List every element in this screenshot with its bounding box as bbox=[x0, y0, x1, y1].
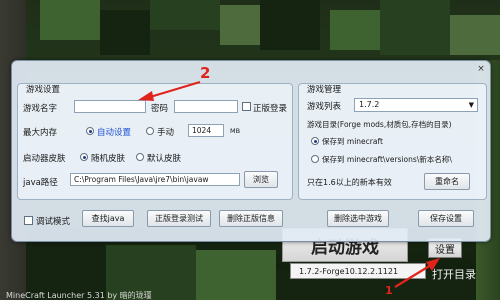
official-login-test-button[interactable]: 正版登录测试 bbox=[147, 210, 211, 227]
save-settings-button[interactable]: 保存设置 bbox=[418, 210, 474, 227]
delete-official-info-button[interactable]: 删除正版信息 bbox=[219, 210, 283, 227]
save-to-versions-label: 保存到 minecraft\versions\新本名称\ bbox=[322, 155, 452, 164]
browse-button[interactable]: 浏览 bbox=[244, 171, 278, 188]
save-to-minecraft-radio[interactable] bbox=[311, 137, 319, 145]
official-login-checkbox[interactable] bbox=[242, 102, 251, 111]
game-name-label: 游戏名字 bbox=[23, 104, 58, 114]
game-list-value: 1.7.2 bbox=[359, 100, 380, 109]
save-to-minecraft-label: 保存到 minecraft bbox=[322, 137, 383, 146]
chevron-down-icon: ▼ bbox=[468, 101, 474, 109]
game-list-select[interactable]: 1.7.2 ▼ bbox=[354, 98, 478, 112]
memory-auto-radio[interactable] bbox=[86, 127, 94, 135]
memory-unit-label: MB bbox=[230, 127, 241, 135]
max-memory-label: 最大内存 bbox=[23, 128, 58, 138]
annotation-number-1: 1 bbox=[385, 284, 393, 297]
official-login-label: 正版登录 bbox=[253, 104, 288, 114]
java-path-field[interactable]: C:\Program Files\Java\jre7\bin\javaw bbox=[70, 173, 240, 186]
skin-default-label: 默认皮肤 bbox=[147, 154, 182, 164]
skin-default-radio[interactable] bbox=[136, 153, 144, 161]
game-directory-label: 游戏目录(Forge mods,材质包,存档的目录) bbox=[307, 120, 452, 129]
close-icon[interactable]: × bbox=[476, 64, 486, 74]
debug-mode-label: 调试模式 bbox=[36, 217, 71, 227]
delete-selected-game-button[interactable]: 删除选中游戏 bbox=[327, 210, 389, 227]
memory-auto-label: 自动设置 bbox=[97, 128, 132, 138]
save-to-versions-radio[interactable] bbox=[311, 155, 319, 163]
find-java-button[interactable]: 查找java bbox=[82, 210, 134, 227]
memory-manual-radio[interactable] bbox=[146, 127, 154, 135]
game-management-group: 游戏管理 游戏列表 1.7.2 ▼ 游戏目录(Forge mods,材质包,存档… bbox=[298, 83, 487, 200]
memory-value-field[interactable]: 1024 bbox=[188, 124, 224, 137]
memory-manual-label: 手动 bbox=[157, 128, 175, 138]
game-settings-title: 游戏设置 bbox=[26, 85, 61, 95]
open-directory-link[interactable]: 打开目录 bbox=[432, 266, 476, 282]
game-settings-group: 游戏设置 游戏名字 密码 正版登录 最大内存 自动设置 手动 1024 MB 启… bbox=[17, 83, 293, 200]
launcher-skin-label: 启动器皮肤 bbox=[23, 154, 66, 164]
skin-random-label: 随机皮肤 bbox=[91, 154, 126, 164]
rename-button[interactable]: 重命名 bbox=[424, 173, 470, 190]
password-field[interactable] bbox=[174, 100, 238, 113]
debug-mode-checkbox[interactable] bbox=[24, 216, 33, 225]
status-bar-text: MineCraft Launcher 5.31 by 暗的珑瑾 bbox=[6, 291, 152, 300]
version-note: 只在1.6以上的新本有效 bbox=[307, 178, 392, 187]
game-management-title: 游戏管理 bbox=[307, 85, 342, 95]
game-list-label: 游戏列表 bbox=[307, 102, 342, 112]
game-name-field[interactable] bbox=[74, 100, 146, 113]
version-select[interactable]: 1.7.2-Forge10.12.2.1121 bbox=[290, 263, 426, 279]
password-label: 密码 bbox=[151, 104, 169, 114]
skin-random-radio[interactable] bbox=[80, 153, 88, 161]
annotation-number-2: 2 bbox=[200, 64, 211, 82]
settings-dialog: × 游戏设置 游戏名字 密码 正版登录 最大内存 自动设置 手动 1024 MB… bbox=[11, 60, 491, 242]
java-path-label: java路径 bbox=[23, 178, 58, 188]
